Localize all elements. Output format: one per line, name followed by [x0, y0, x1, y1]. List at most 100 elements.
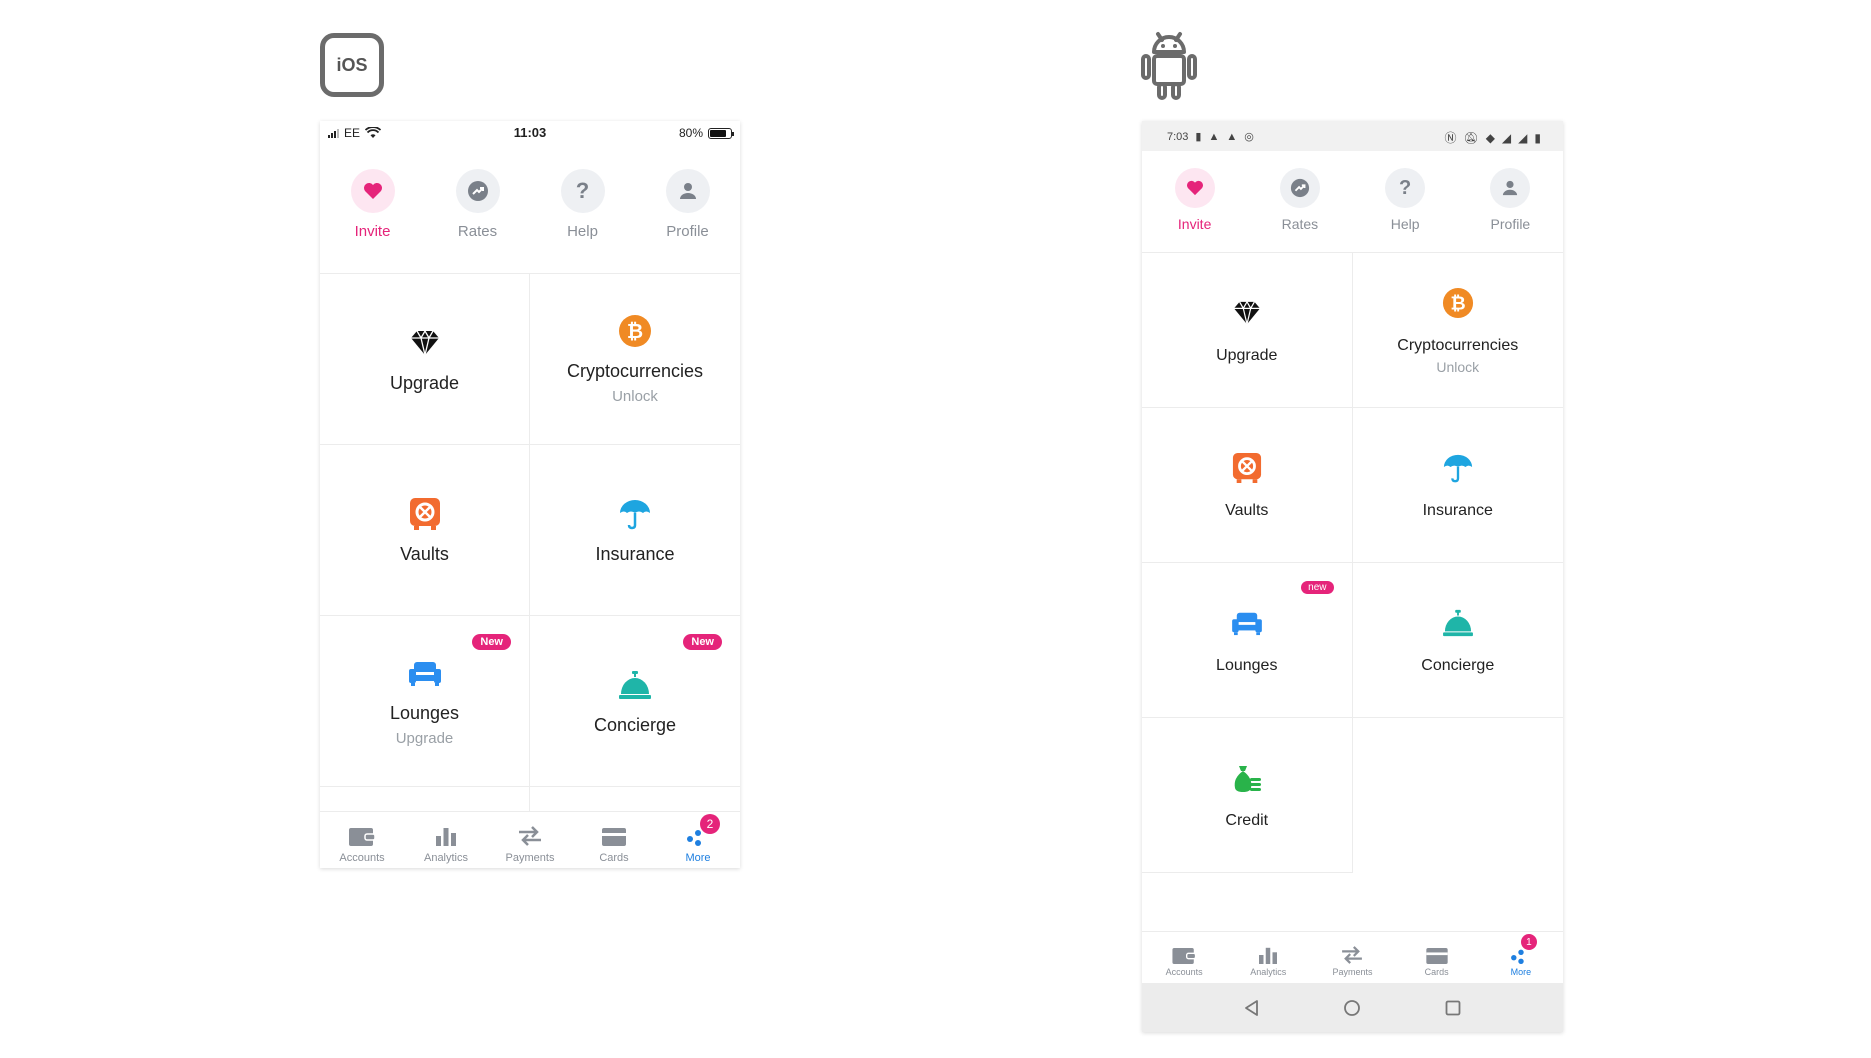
quick-rates[interactable]: Rates [1255, 168, 1345, 252]
transfer-arrows-icon [1340, 938, 1364, 964]
recents-icon[interactable] [1444, 999, 1462, 1017]
card-icon [1425, 938, 1448, 964]
nav-accounts[interactable]: Accounts [322, 820, 402, 868]
new-badge: New [472, 634, 511, 650]
nav-accounts[interactable]: Accounts [1144, 938, 1224, 983]
vault-icon [407, 496, 443, 532]
tile-vaults[interactable]: Vaults [1142, 408, 1353, 563]
tile-credit[interactable]: Credit [1142, 718, 1353, 873]
quick-rates-label: Rates [1281, 216, 1319, 232]
wifi-icon: ◆ [1485, 130, 1495, 145]
quick-profile-label: Profile [666, 223, 709, 240]
bell-icon [1440, 605, 1476, 641]
nav-label: Accounts [1165, 967, 1203, 977]
nav-payments[interactable]: Payments [1312, 938, 1392, 983]
tile-title: Concierge [1421, 657, 1495, 674]
heart-icon [350, 169, 395, 213]
tile-title: Cryptocurrencies [1397, 337, 1519, 354]
nav-label: Analytics [1250, 967, 1287, 977]
nav-cards[interactable]: Cards [1397, 938, 1477, 983]
tile-title: Credit [1225, 812, 1269, 829]
heart-icon [1174, 168, 1215, 208]
person-icon [1490, 168, 1531, 208]
nav-label: Accounts [339, 852, 385, 864]
sofa-icon [407, 655, 443, 691]
android-status-bar: 7:03 ▮ ▲ ▲ ◎ Ⓝ 🔕︎ ◆ ◢ ◢ ▮ [1142, 121, 1563, 151]
bell-icon [617, 667, 653, 703]
wallet-icon [349, 820, 375, 846]
nav-payments[interactable]: Payments [490, 820, 570, 868]
nav-cards[interactable]: Cards [574, 820, 654, 868]
bitcoin-icon: ₿ [1440, 285, 1476, 321]
quick-profile-label: Profile [1490, 216, 1531, 232]
warning-icon: ▲ [1226, 130, 1238, 143]
tile-upgrade[interactable]: Upgrade [320, 274, 530, 445]
tile-concierge[interactable]: Concierge [1352, 563, 1563, 718]
android-system-nav-bar [1142, 983, 1563, 1032]
nav-more[interactable]: 1 More [1481, 934, 1561, 983]
new-badge: New [683, 634, 722, 650]
home-icon[interactable] [1343, 999, 1361, 1017]
battery-icon: ▮ [1534, 130, 1541, 145]
quick-profile[interactable]: Profile [1465, 168, 1555, 252]
nav-label: Cards [1424, 967, 1449, 977]
wallet-icon [1172, 938, 1197, 964]
nav-analytics[interactable]: Analytics [1228, 938, 1308, 983]
signal-icon: ◢ [1501, 130, 1512, 145]
tile-title: Vaults [1225, 502, 1269, 519]
tile-concierge[interactable]: New Concierge [530, 616, 740, 787]
tile-title: Concierge [593, 714, 677, 735]
sofa-icon [1229, 605, 1265, 641]
battery-icon [708, 127, 734, 139]
rates-icon [1279, 168, 1320, 208]
tile-cryptocurrencies[interactable]: ₿ Cryptocurrencies Unlock [1352, 253, 1563, 408]
tile-insurance[interactable]: Insurance [1352, 408, 1563, 563]
svg-text:₿: ₿ [1450, 293, 1465, 314]
quick-help-label: Help [1390, 216, 1420, 232]
ios-platform-badge: iOS [320, 33, 384, 97]
tile-subtitle: Unlock [1436, 359, 1480, 375]
quick-help[interactable]: ? Help [538, 169, 628, 273]
quick-rates[interactable]: Rates [433, 169, 523, 273]
rates-icon [455, 169, 500, 213]
tile-cryptocurrencies[interactable]: ₿ Cryptocurrencies Unlock [530, 274, 740, 445]
clock: 7:03 [1167, 130, 1189, 143]
quick-invite[interactable]: Invite [1150, 168, 1240, 252]
quick-help-label: Help [567, 223, 598, 240]
quick-help[interactable]: ? Help [1360, 168, 1450, 252]
tile-upgrade[interactable]: Upgrade [1142, 253, 1353, 408]
quick-invite[interactable]: Invite [328, 169, 418, 273]
umbrella-icon [617, 496, 653, 532]
vault-icon [1229, 450, 1265, 486]
tile-title: Cryptocurrencies [566, 361, 704, 381]
tile-subtitle: Upgrade [395, 730, 454, 747]
bar-chart-icon [1258, 938, 1278, 964]
new-badge: new [1301, 581, 1334, 594]
svg-text:₿: ₿ [627, 321, 643, 343]
tile-lounges[interactable]: new Lounges [1142, 563, 1353, 718]
tile-vaults[interactable]: Vaults [320, 445, 530, 616]
android-phone-screen: 7:03 ▮ ▲ ▲ ◎ Ⓝ 🔕︎ ◆ ◢ ◢ ▮ Invite Rates ?… [1142, 121, 1563, 1032]
nav-label: More [685, 852, 711, 864]
tile-lounges[interactable]: New Lounges Upgrade [320, 616, 530, 787]
back-icon[interactable] [1243, 999, 1261, 1017]
nav-analytics[interactable]: Analytics [406, 820, 486, 868]
nav-label: Cards [599, 852, 629, 864]
tile-title: Upgrade [1216, 347, 1278, 364]
nav-label: More [1510, 967, 1532, 977]
quick-profile[interactable]: Profile [643, 169, 733, 273]
mute-icon: 🔕︎ [1463, 130, 1479, 145]
nfc-icon: Ⓝ [1444, 131, 1457, 145]
android-icon [1141, 32, 1197, 100]
signal-icon: ◢ [1518, 130, 1528, 145]
nav-more[interactable]: 2 More [658, 814, 738, 868]
sync-icon: ◎ [1244, 131, 1254, 143]
diamond-icon [1229, 295, 1265, 331]
quick-actions-row: Invite Rates ? Help Profile [1142, 168, 1563, 253]
nav-label: Analytics [423, 852, 469, 864]
card-icon [602, 820, 626, 846]
notification-count-badge: 2 [700, 814, 720, 834]
tile-insurance[interactable]: Insurance [530, 445, 740, 616]
question-icon: ? [1385, 168, 1426, 208]
features-grid: Upgrade ₿ Cryptocurrencies Unlock Vaults… [320, 274, 740, 868]
